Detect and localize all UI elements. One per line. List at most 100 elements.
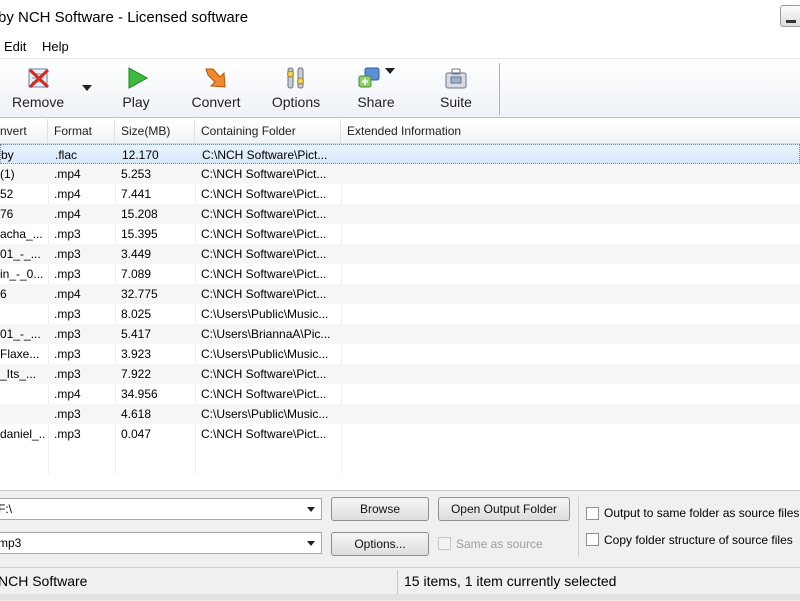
cell-format: .mp4 [54, 387, 81, 401]
file-list[interactable]: nvert Format Size(MB) Containing Folder … [0, 119, 800, 489]
minimize-icon [786, 20, 796, 23]
cell-format: .mp4 [54, 207, 81, 221]
cell-format: .mp3 [54, 347, 81, 361]
cell-size: 4.618 [121, 407, 152, 421]
table-row[interactable]: in_-_0... .mp3 7.089 C:\NCH Software\Pict..… [0, 264, 800, 284]
play-button[interactable]: Play [104, 59, 168, 117]
output-format-combo[interactable]: mp3 [0, 532, 322, 554]
copy-folder-structure-label: Copy folder structure of source files [604, 533, 793, 547]
table-row[interactable]: .mp4 34.956 C:\NCH Software\Pict... [0, 384, 800, 404]
cell-format: .mp3 [54, 227, 81, 241]
cell-format: .flac [55, 148, 78, 162]
cell-format: .mp4 [54, 287, 81, 301]
status-left: NCH Software [0, 573, 88, 589]
output-folder-combo[interactable]: F:\ [0, 498, 322, 520]
same-as-source-label: Same as source [456, 537, 543, 551]
share-button[interactable]: Share [344, 59, 408, 117]
table-row[interactable]: daniel_... .mp3 0.047 C:\NCH Software\Pict.… [0, 424, 800, 444]
toolbar: Remove Play Convert Options Share Suite [0, 59, 800, 118]
table-row[interactable]: 52 .mp4 7.441 C:\NCH Software\Pict... [0, 184, 800, 204]
browse-button[interactable]: Browse [331, 497, 429, 521]
convert-icon [205, 68, 226, 88]
cell-name: by [1, 148, 14, 162]
cell-folder: C:\Users\Public\Music... [201, 347, 329, 361]
share-dropdown-arrow-icon[interactable] [385, 68, 395, 74]
menu-help[interactable]: Help [42, 39, 69, 54]
cell-folder: C:\NCH Software\Pict... [201, 187, 327, 201]
cell-folder: C:\Users\BriannaA\Pic... [201, 327, 331, 341]
toolbar-separator [499, 63, 500, 115]
remove-button[interactable]: Remove [0, 59, 78, 117]
cell-format: .mp3 [54, 327, 81, 341]
options-label: Options [271, 94, 321, 110]
cell-name: 76 [0, 207, 14, 221]
cell-format: .mp3 [54, 247, 81, 261]
convert-label: Convert [191, 94, 241, 110]
minimize-button[interactable] [780, 5, 800, 27]
same-as-source-checkbox[interactable] [438, 537, 451, 550]
cell-folder: C:\NCH Software\Pict... [201, 367, 327, 381]
column-header-folder[interactable]: Containing Folder [195, 119, 341, 143]
table-row[interactable]: (1) .mp4 5.253 C:\NCH Software\Pict... [0, 164, 800, 184]
cell-size: 15.395 [121, 227, 158, 241]
convert-button[interactable]: Convert [184, 59, 248, 117]
status-divider [397, 570, 398, 596]
cell-size: 8.025 [121, 307, 152, 321]
cell-name: 01_-_... [0, 327, 41, 341]
cell-name: (1) [0, 167, 15, 181]
column-header-format[interactable]: Format [48, 119, 115, 143]
window-bottom-edge [0, 594, 800, 600]
format-options-button[interactable]: Options... [331, 532, 429, 556]
table-row[interactable]: Flaxe... .mp3 3.923 C:\Users\Public\Music..… [0, 344, 800, 364]
open-output-folder-button[interactable]: Open Output Folder [438, 497, 570, 521]
cell-name: 6 [0, 287, 7, 301]
cell-size: 32.775 [121, 287, 158, 301]
suite-label: Suite [440, 94, 472, 110]
table-row[interactable]: 01_-_... .mp3 5.417 C:\Users\BriannaA\Pic..… [0, 324, 800, 344]
cell-size: 7.441 [121, 187, 152, 201]
table-row[interactable]: by .flac 12.170 C:\NCH Software\Pict... [0, 144, 800, 164]
cell-folder: C:\NCH Software\Pict... [202, 148, 328, 162]
remove-label: Remove [12, 94, 65, 110]
remove-icon [28, 68, 50, 89]
cell-size: 3.923 [121, 347, 152, 361]
table-row[interactable]: 6 .mp4 32.775 C:\NCH Software\Pict... [0, 284, 800, 304]
window-title: by NCH Software - Licensed software [0, 9, 249, 26]
table-row[interactable]: _Its_... .mp3 7.922 C:\NCH Software\Pict... [0, 364, 800, 384]
cell-folder: C:\NCH Software\Pict... [201, 207, 327, 221]
cell-format: .mp3 [54, 427, 81, 441]
cell-size: 5.253 [121, 167, 152, 181]
cell-format: .mp3 [54, 307, 81, 321]
cell-folder: C:\NCH Software\Pict... [201, 287, 327, 301]
table-row[interactable]: 01_-_... .mp3 3.449 C:\NCH Software\Pict... [0, 244, 800, 264]
table-row[interactable]: .mp3 8.025 C:\Users\Public\Music... [0, 304, 800, 324]
column-header-name[interactable]: nvert [0, 119, 48, 143]
column-header-row: nvert Format Size(MB) Containing Folder … [0, 119, 800, 144]
table-row[interactable]: .mp3 4.618 C:\Users\Public\Music... [0, 404, 800, 424]
cell-format: .mp4 [54, 167, 81, 181]
cell-folder: C:\NCH Software\Pict... [201, 167, 327, 181]
cell-size: 0.047 [121, 427, 152, 441]
menu-edit[interactable]: Edit [4, 39, 26, 54]
options-button[interactable]: Options [264, 59, 328, 117]
table-row[interactable]: acha_... .mp3 15.395 C:\NCH Software\Pict..… [0, 224, 800, 244]
chevron-down-icon [307, 507, 315, 512]
column-header-size[interactable]: Size(MB) [115, 119, 195, 143]
remove-dropdown-arrow-icon[interactable] [82, 85, 92, 91]
cell-folder: C:\NCH Software\Pict... [201, 247, 327, 261]
cell-size: 5.417 [121, 327, 152, 341]
play-icon [128, 67, 149, 89]
output-format-value: mp3 [0, 536, 22, 550]
cell-folder: C:\Users\Public\Music... [201, 307, 329, 321]
options-icon [287, 67, 304, 89]
output-same-folder-checkbox[interactable] [586, 507, 599, 520]
title-bar: by NCH Software - Licensed software [0, 0, 800, 36]
table-row[interactable]: 76 .mp4 15.208 C:\NCH Software\Pict... [0, 204, 800, 224]
suite-button[interactable]: Suite [424, 59, 488, 117]
cell-folder: C:\NCH Software\Pict... [201, 267, 327, 281]
share-icon [358, 67, 380, 88]
column-header-extended[interactable]: Extended Information [341, 119, 800, 143]
chevron-down-icon [307, 541, 315, 546]
cell-name: _Its_... [0, 367, 37, 381]
copy-folder-structure-checkbox[interactable] [586, 533, 599, 546]
